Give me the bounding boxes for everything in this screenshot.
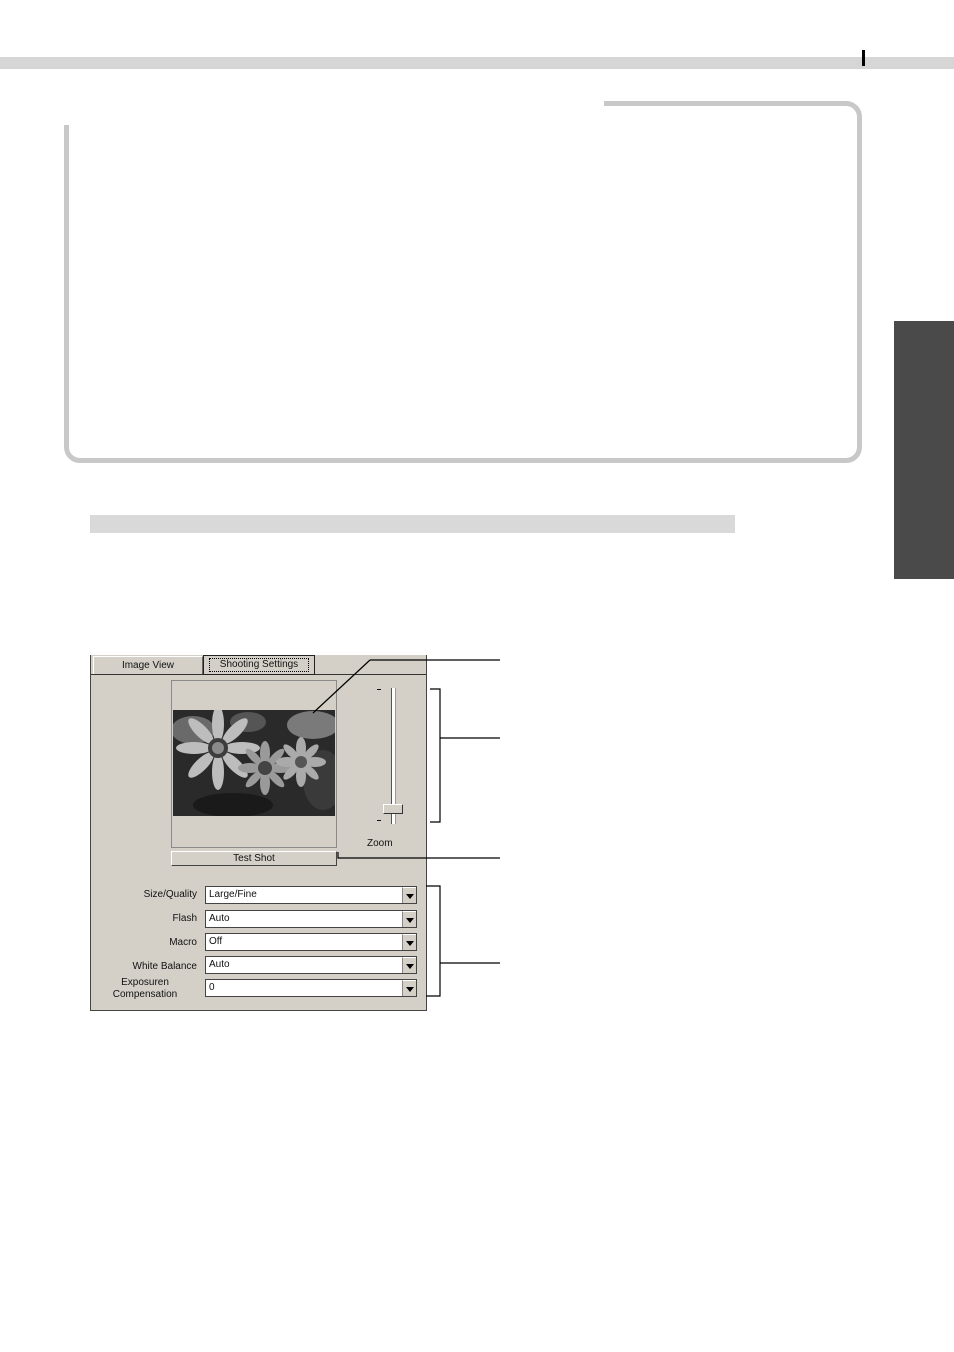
shooting-settings-dialog: Image View Shooting Settings Zoom Test S…	[90, 655, 427, 1011]
note-box-gap	[64, 95, 604, 125]
chevron-down-icon[interactable]	[402, 957, 416, 973]
flash-value: Auto	[209, 913, 230, 924]
chevron-down-icon[interactable]	[402, 934, 416, 950]
zoom-slider-thumb[interactable]	[383, 803, 403, 814]
white-balance-select[interactable]: Auto	[205, 956, 417, 974]
note-box	[64, 101, 862, 463]
tab-image-view[interactable]: Image View	[93, 656, 203, 674]
tab-strip: Image View Shooting Settings	[91, 655, 426, 675]
header-marker	[862, 50, 865, 66]
size-quality-label: Size/Quality	[143, 889, 197, 900]
size-quality-select[interactable]: Large/Fine	[205, 886, 417, 904]
test-shot-button[interactable]: Test Shot	[171, 851, 337, 866]
exposure-compensation-select[interactable]: 0	[205, 979, 417, 997]
white-balance-value: Auto	[209, 959, 230, 970]
chevron-down-icon[interactable]	[402, 911, 416, 927]
macro-label: Macro	[169, 937, 197, 948]
flash-select[interactable]: Auto	[205, 910, 417, 928]
macro-value: Off	[209, 936, 223, 947]
white-balance-label: White Balance	[132, 961, 197, 972]
preview-image	[173, 710, 335, 816]
chevron-down-icon[interactable]	[402, 887, 416, 903]
chevron-down-icon[interactable]	[402, 980, 416, 996]
exposure-compensation-label: Exposuren Compensation	[112, 977, 178, 1000]
page-header-bar	[0, 57, 954, 69]
tab-shooting-settings[interactable]: Shooting Settings	[203, 655, 315, 675]
size-quality-value: Large/Fine	[209, 889, 257, 900]
preview-frame	[171, 680, 337, 848]
zoom-tick-bottom	[377, 820, 381, 821]
section-heading-bar	[90, 515, 735, 533]
callout-settings-bracket	[426, 885, 441, 997]
macro-select[interactable]: Off	[205, 933, 417, 951]
exposure-compensation-value: 0	[209, 982, 215, 993]
flower-photo-icon	[173, 710, 335, 816]
callout-zoom-bracket	[430, 688, 441, 823]
tab-shooting-settings-label: Shooting Settings	[208, 658, 310, 672]
zoom-label: Zoom	[367, 838, 393, 849]
zoom-tick-top	[377, 689, 381, 690]
flash-label: Flash	[172, 913, 197, 924]
chapter-side-tab	[894, 321, 954, 579]
